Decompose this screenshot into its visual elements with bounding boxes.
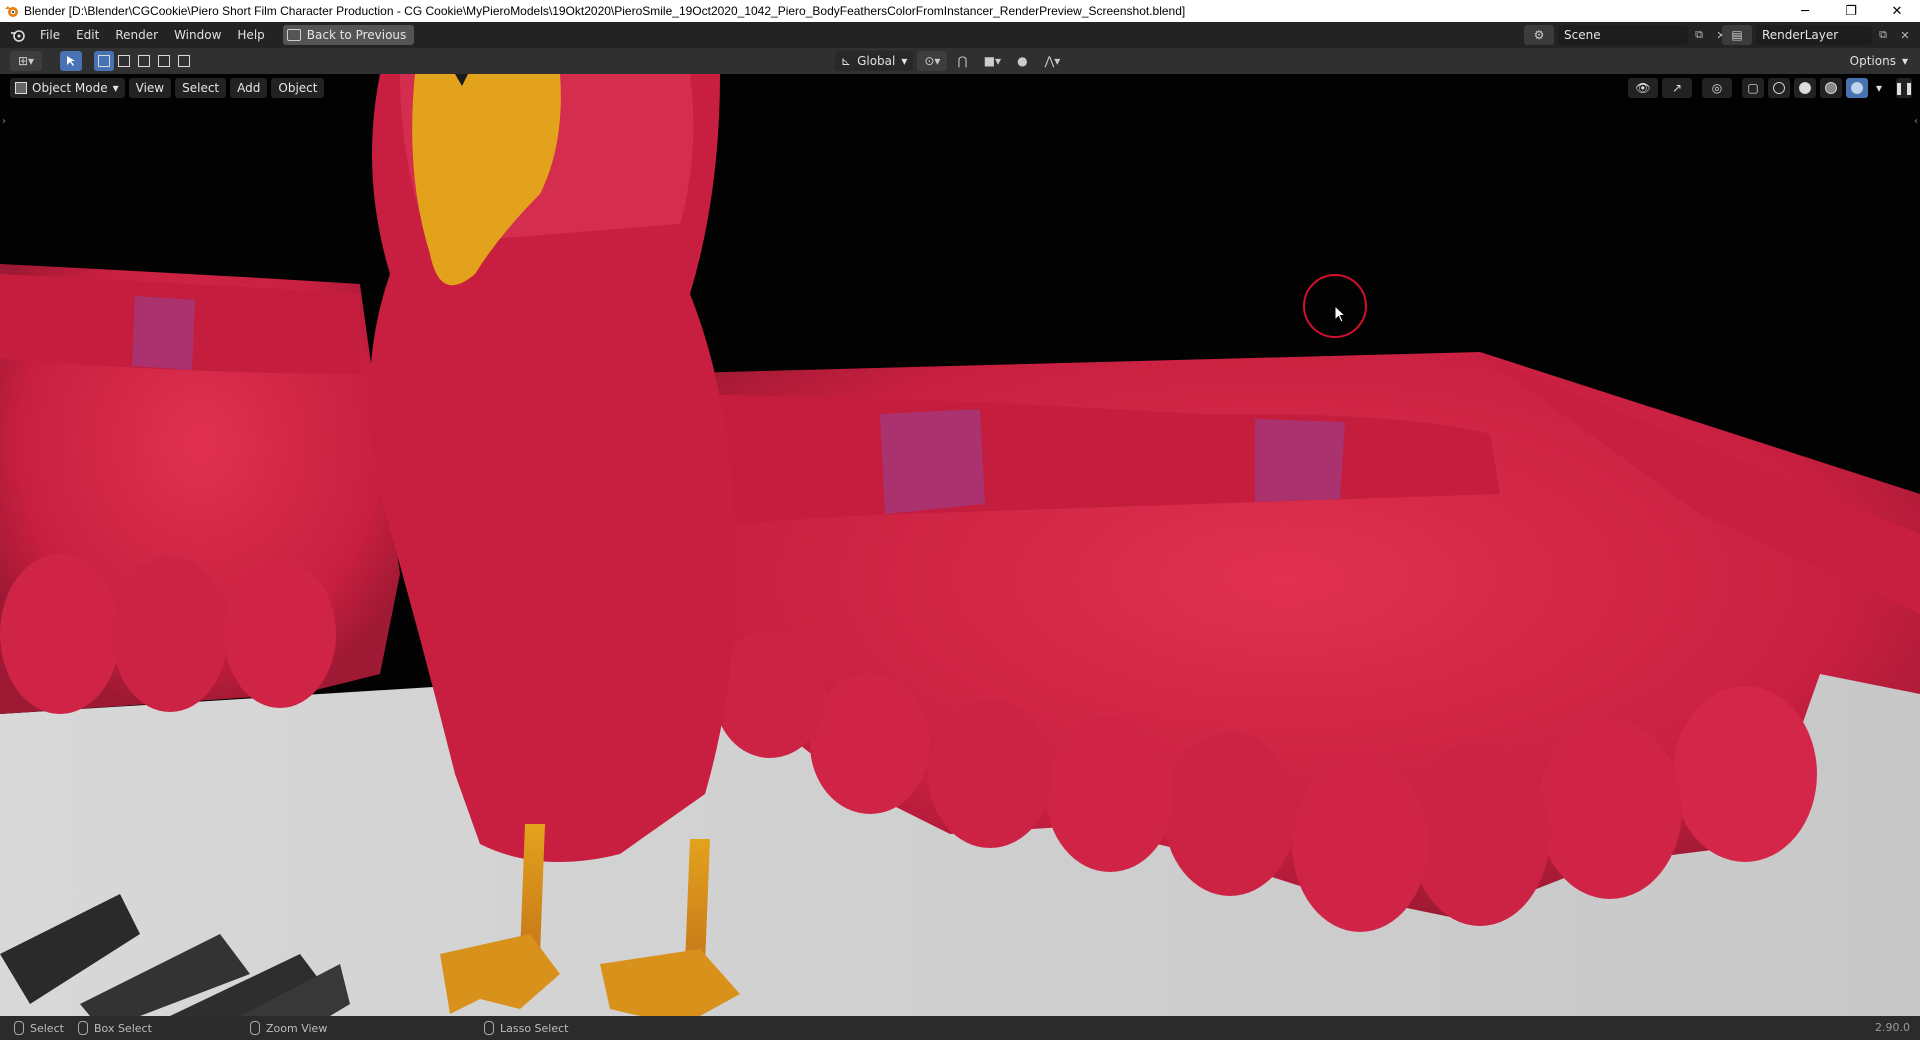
view-layer-browse-icon[interactable]: ▤	[1722, 25, 1752, 45]
falloff-icon[interactable]: ⋀▾	[1037, 51, 1067, 71]
view-layer-selector: ▤ RenderLayer ⧉ ✕	[1722, 25, 1916, 45]
status-box-select: Box Select	[78, 1021, 152, 1035]
status-zoom-view: Zoom View	[250, 1021, 327, 1035]
viewport-menu-add[interactable]: Add	[230, 78, 268, 98]
select-mode-extend-icon[interactable]	[114, 51, 134, 71]
minimize-button[interactable]: ─	[1782, 0, 1828, 22]
menu-edit[interactable]: Edit	[68, 25, 107, 45]
snap-target-icon[interactable]: ■▾	[977, 51, 1007, 71]
editor-type-icon[interactable]: ⊞▾	[10, 51, 42, 71]
restore-button[interactable]: ❐	[1828, 0, 1874, 22]
sidebar-expand-icon[interactable]: ‹	[1914, 116, 1918, 127]
select-mode-subtract-icon[interactable]	[134, 51, 154, 71]
drag-mouse-icon	[78, 1021, 88, 1035]
status-select: Select	[14, 1021, 64, 1035]
blender-menu-icon[interactable]	[10, 27, 26, 43]
options-label: Options	[1849, 54, 1896, 68]
status-zoom-view-label: Zoom View	[266, 1021, 328, 1035]
tool-header: ⊞▾ ⊾ Global ▾ ⊙▾ ⋂ ■▾ ● ⋀▾ Options ▾	[0, 48, 1920, 74]
orientation-axes-icon: ⊾	[841, 54, 852, 68]
toolbar-expand-icon[interactable]: ›	[2, 116, 6, 127]
scene-name-field[interactable]: Scene	[1558, 25, 1688, 45]
right-mouse-icon	[484, 1021, 494, 1035]
window-titlebar: Blender [D:\Blender\CGCookie\Piero Short…	[0, 0, 1920, 22]
view-layer-name-field[interactable]: RenderLayer	[1756, 25, 1872, 45]
gizmo-icon[interactable]: ↗	[1662, 78, 1692, 98]
visibility-icon[interactable]: 👁	[1628, 78, 1658, 98]
object-mode-icon	[15, 82, 27, 94]
shading-options-chevron-icon[interactable]: ▾	[1872, 78, 1886, 98]
menu-file[interactable]: File	[32, 25, 68, 45]
transform-orientation-dropdown[interactable]: ⊾ Global ▾	[835, 51, 914, 71]
select-mode-invert-icon[interactable]	[154, 51, 174, 71]
status-bar: Select Box Select Zoom View Lasso Select…	[0, 1016, 1920, 1040]
chevron-down-icon: ▾	[112, 81, 119, 95]
new-view-layer-icon[interactable]: ⧉	[1872, 25, 1894, 45]
xray-icon[interactable]: ▢	[1742, 78, 1764, 98]
interaction-mode-label: Object Mode	[32, 81, 108, 95]
transform-controls: ⊾ Global ▾ ⊙▾ ⋂ ■▾ ● ⋀▾	[835, 51, 1067, 71]
viewport-menu-view[interactable]: View	[128, 78, 172, 98]
delete-view-layer-icon[interactable]: ✕	[1894, 25, 1916, 45]
orientation-label: Global	[857, 54, 896, 68]
scene-selector: ⚙ Scene ⧉ ✕	[1524, 25, 1732, 45]
left-mouse-icon	[14, 1021, 24, 1035]
middle-mouse-icon	[250, 1021, 260, 1035]
wireframe-shading-icon[interactable]	[1768, 78, 1790, 98]
menu-help[interactable]: Help	[229, 25, 272, 45]
pause-render-icon[interactable]: ❚❚	[1894, 78, 1914, 98]
version-label: 2.90.0	[1875, 1021, 1910, 1034]
status-lasso-select-label: Lasso Select	[500, 1021, 569, 1035]
select-mode-intersect-icon[interactable]	[174, 51, 194, 71]
viewport-menu-select[interactable]: Select	[175, 78, 227, 98]
rendered-shading-icon[interactable]	[1846, 78, 1868, 98]
top-menu-bar: File Edit Render Window Help Back to Pre…	[0, 22, 1920, 48]
interaction-mode-dropdown[interactable]: Object Mode ▾	[10, 78, 125, 98]
window-title: Blender [D:\Blender\CGCookie\Piero Short…	[24, 4, 1186, 18]
new-scene-icon[interactable]: ⧉	[1688, 25, 1710, 45]
viewport-header: Object Mode ▾ View Select Add Object	[10, 78, 325, 98]
back-to-previous-label: Back to Previous	[306, 28, 407, 42]
status-select-label: Select	[30, 1021, 64, 1035]
status-box-select-label: Box Select	[94, 1021, 152, 1035]
viewport-shading-controls: 👁 ↗ ◎ ▢ ▾ ❚❚	[1628, 78, 1914, 98]
scene-browse-icon[interactable]: ⚙	[1524, 25, 1554, 45]
chevron-down-icon: ▾	[901, 54, 908, 68]
pivot-point-icon[interactable]: ⊙▾	[917, 51, 948, 71]
options-dropdown[interactable]: Options ▾	[1843, 51, 1914, 71]
material-shading-icon[interactable]	[1820, 78, 1842, 98]
overlays-icon[interactable]: ◎	[1702, 78, 1732, 98]
select-mode-new-icon[interactable]	[94, 51, 114, 71]
status-lasso-select: Lasso Select	[484, 1021, 569, 1035]
chevron-down-icon: ▾	[1901, 54, 1908, 68]
solid-shading-icon[interactable]	[1794, 78, 1816, 98]
menu-render[interactable]: Render	[107, 25, 166, 45]
screen-icon	[286, 29, 301, 41]
back-to-previous-button[interactable]: Back to Previous	[282, 25, 415, 45]
proportional-edit-icon[interactable]: ●	[1011, 51, 1033, 71]
select-tool-icon[interactable]	[60, 51, 82, 71]
blender-logo-icon	[5, 6, 18, 17]
mouse-pointer-icon	[1334, 305, 1347, 323]
menu-window[interactable]: Window	[166, 25, 229, 45]
left-wing	[0, 264, 400, 714]
3d-viewport[interactable]: Object Mode ▾ View Select Add Object 👁 ↗…	[0, 74, 1920, 1016]
viewport-menu-object[interactable]: Object	[271, 78, 325, 98]
close-button[interactable]: ✕	[1874, 0, 1920, 22]
rendered-scene	[0, 74, 1920, 1016]
snap-magnet-icon[interactable]: ⋂	[951, 51, 973, 71]
